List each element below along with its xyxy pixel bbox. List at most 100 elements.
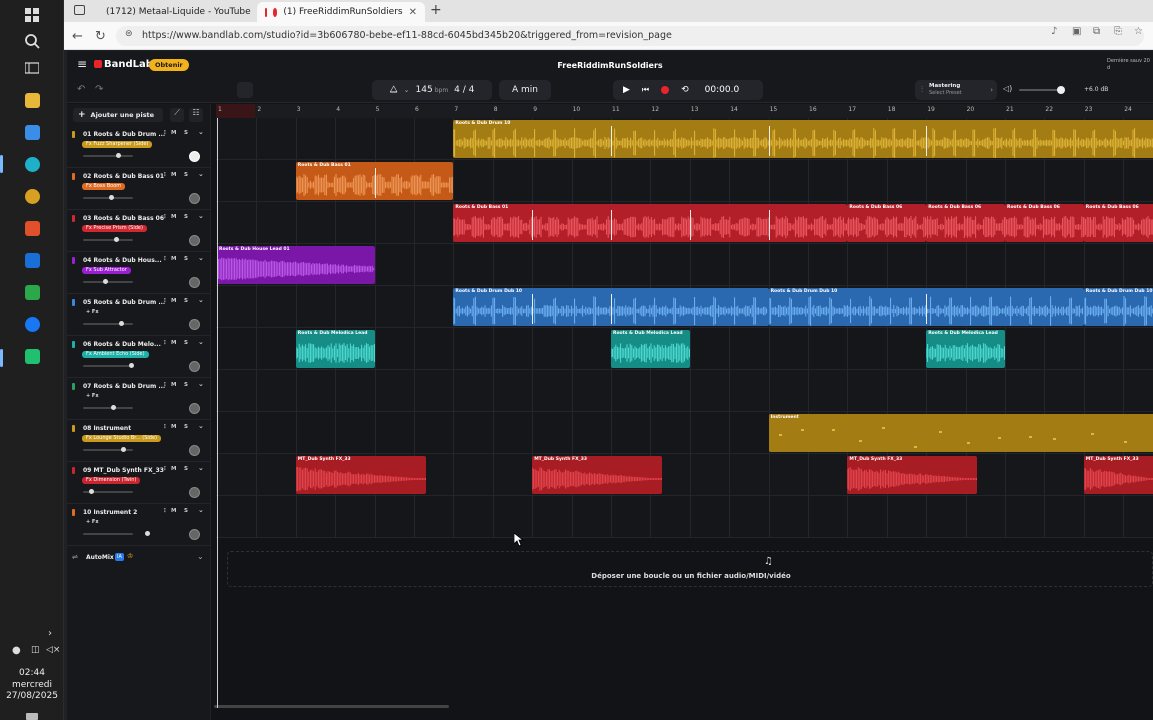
tab-youtube[interactable]: (1712) Metaal-Liquide - YouTube ✕: [92, 2, 257, 22]
audio-clip[interactable]: Roots & Dub Bass 06: [847, 204, 927, 242]
track-volume-slider[interactable]: [83, 279, 133, 284]
chevron-down-icon[interactable]: ⌄: [198, 506, 204, 514]
volume-knob[interactable]: [109, 195, 114, 200]
track-header[interactable]: 07 Roots & Dub Drum ... ⋮ M S ⌄ + Fx: [67, 378, 211, 420]
track-fx-chip[interactable]: Fx Fuzz Sharpener (Side): [82, 141, 153, 148]
pan-knob[interactable]: [189, 151, 200, 162]
mute-button[interactable]: M: [171, 508, 176, 514]
time-signature[interactable]: 4 / 4: [454, 85, 474, 95]
pan-knob[interactable]: [189, 319, 200, 330]
tab-bandlab[interactable]: (1) FreeRiddimRunSoldiers ✕: [257, 2, 425, 22]
loop-icon[interactable]: ⟲: [681, 85, 689, 95]
track-fx-chip[interactable]: Fx Boss Boom: [82, 183, 126, 190]
track-fx-chip[interactable]: Fx Sub Attractor: [82, 267, 131, 274]
solo-button[interactable]: S: [184, 130, 188, 136]
edge-browser-icon[interactable]: [20, 152, 44, 176]
mute-button[interactable]: M: [171, 298, 176, 304]
solo-button[interactable]: S: [184, 508, 188, 514]
volume-icon[interactable]: ◁): [1003, 84, 1012, 93]
close-tab-icon[interactable]: ✕: [409, 7, 417, 18]
back-icon[interactable]: ←: [72, 29, 83, 44]
track-fx-chip[interactable]: Fx Ambient Echo (Side): [82, 351, 149, 358]
chevron-down-icon[interactable]: ⌄: [198, 338, 204, 346]
audio-clip[interactable]: Roots & Dub Melodica Lead: [611, 330, 690, 368]
track-lane[interactable]: [216, 496, 1153, 538]
camera-permission-icon[interactable]: ▣: [1072, 26, 1081, 37]
track-volume-slider[interactable]: [83, 321, 133, 326]
track-settings-icon[interactable]: ☷: [189, 108, 203, 122]
audio-clip[interactable]: Roots & Dub Bass 01: [453, 204, 848, 242]
track-menu-icon[interactable]: ⋮: [162, 214, 168, 220]
chevron-down-icon[interactable]: ⌄: [198, 422, 204, 430]
brave-browser-icon[interactable]: [20, 216, 44, 240]
audio-clip[interactable]: Roots & Dub Bass 06: [1083, 204, 1153, 242]
track-header[interactable]: 05 Roots & Dub Drum ... ⋮ M S ⌄ + Fx: [67, 294, 211, 336]
timeline-ruler[interactable]: 1 2 3 4 5 6 7 8 9 10 11 12 13 14 15 16 17 18 19 20 21 22 23 24: [216, 104, 1153, 118]
track-fx-chip[interactable]: Fx Dimension (Twin): [82, 477, 141, 484]
tab-actions-icon[interactable]: [74, 5, 85, 15]
track-menu-icon[interactable]: ⋮: [162, 298, 168, 304]
site-info-icon[interactable]: ⊜: [125, 29, 133, 39]
track-menu-icon[interactable]: ⋮: [162, 508, 168, 514]
chevron-down-icon[interactable]: ⌄: [198, 296, 204, 304]
search-icon[interactable]: [20, 29, 44, 53]
chevron-down-icon[interactable]: ⌄: [197, 552, 204, 561]
audio-clip[interactable]: MT_Dub Synth FX_33: [847, 456, 978, 494]
pan-knob[interactable]: [189, 277, 200, 288]
volume-knob[interactable]: [145, 531, 150, 536]
track-name[interactable]: 05 Roots & Dub Drum ...: [83, 299, 165, 306]
play-icon[interactable]: ▶: [623, 85, 630, 95]
drop-zone[interactable]: ♫ Déposer une boucle ou un fichier audio…: [227, 551, 1153, 587]
track-fx-chip[interactable]: Fx Precise Prism (Side): [82, 225, 147, 232]
stocks-app-icon[interactable]: [20, 280, 44, 304]
audio-clip[interactable]: Instrument: [768, 414, 1153, 452]
microphone-permission-icon[interactable]: ♪: [1051, 26, 1057, 37]
file-explorer-icon[interactable]: [20, 88, 44, 112]
address-bar[interactable]: ⊜ https://www.bandlab.com/studio?id=3b60…: [116, 26, 1144, 46]
audio-clip[interactable]: Roots & Dub House Lead 01: [217, 246, 375, 284]
bandlab-app-icon[interactable]: [20, 344, 44, 368]
chevron-down-icon[interactable]: ⌄: [198, 464, 204, 472]
volume-knob[interactable]: [114, 237, 119, 242]
facebook-icon[interactable]: [20, 312, 44, 336]
add-track-button[interactable]: + Ajouter une piste: [73, 108, 163, 122]
mute-button[interactable]: M: [171, 214, 176, 220]
track-menu-icon[interactable]: ⋮: [162, 256, 168, 262]
track-header[interactable]: 06 Roots & Dub Melo... ⋮ M S ⌄ Fx Ambient Ech…: [67, 336, 211, 378]
audio-clip[interactable]: MT_Dub Synth FX_33: [1083, 456, 1153, 494]
chevron-down-icon[interactable]: ⌄: [198, 212, 204, 220]
windows-start-icon[interactable]: [20, 3, 44, 27]
chevron-right-icon[interactable]: ›: [48, 628, 52, 639]
track-name[interactable]: 07 Roots & Dub Drum ...: [83, 383, 165, 390]
magic-wand-icon[interactable]: ⟋: [170, 108, 184, 122]
audio-clip[interactable]: Roots & Dub Drum Dub 10: [1083, 288, 1153, 326]
solo-button[interactable]: S: [184, 424, 188, 430]
audio-clip[interactable]: Roots & Dub Bass 06: [926, 204, 1005, 242]
track-volume-slider[interactable]: [83, 489, 133, 494]
track-header[interactable]: 09 MT_Dub Synth FX_33 ⋮ M S ⌄ Fx Dimension (T…: [67, 462, 211, 504]
track-lane[interactable]: [216, 370, 1153, 412]
undo-icon[interactable]: ↶: [77, 84, 85, 95]
automix-row[interactable]: ⇌ AutoMix IA ♔ ⌄: [67, 548, 211, 568]
horizontal-scrollbar[interactable]: [214, 705, 449, 708]
mute-button[interactable]: M: [171, 424, 176, 430]
app-badge-icon[interactable]: [20, 184, 44, 208]
arrange-area[interactable]: Roots & Dub Drum 10 Roots & Dub Bass 01 Ro…: [216, 118, 1153, 708]
speaker-muted-icon[interactable]: ◁×: [46, 645, 60, 655]
chevron-down-icon[interactable]: ⌄: [404, 86, 410, 94]
pan-knob[interactable]: [189, 445, 200, 456]
volume-knob[interactable]: [121, 447, 126, 452]
track-menu-icon[interactable]: ⋮: [162, 130, 168, 136]
store-icon[interactable]: [20, 120, 44, 144]
mute-button[interactable]: M: [171, 382, 176, 388]
task-view-icon[interactable]: [20, 56, 44, 80]
track-menu-icon[interactable]: ⋮: [162, 340, 168, 346]
track-name[interactable]: 03 Roots & Dub Bass 06: [83, 215, 164, 222]
track-header[interactable]: 03 Roots & Dub Bass 06 ⋮ M S ⌄ Fx Precise Pri…: [67, 210, 211, 252]
redo-icon[interactable]: ↷: [95, 84, 103, 95]
track-name[interactable]: 06 Roots & Dub Melo...: [83, 341, 161, 348]
volume-knob[interactable]: [103, 279, 108, 284]
mute-button[interactable]: M: [171, 130, 176, 136]
volume-knob[interactable]: [119, 321, 124, 326]
metronome-icon[interactable]: ⧋: [390, 85, 398, 95]
